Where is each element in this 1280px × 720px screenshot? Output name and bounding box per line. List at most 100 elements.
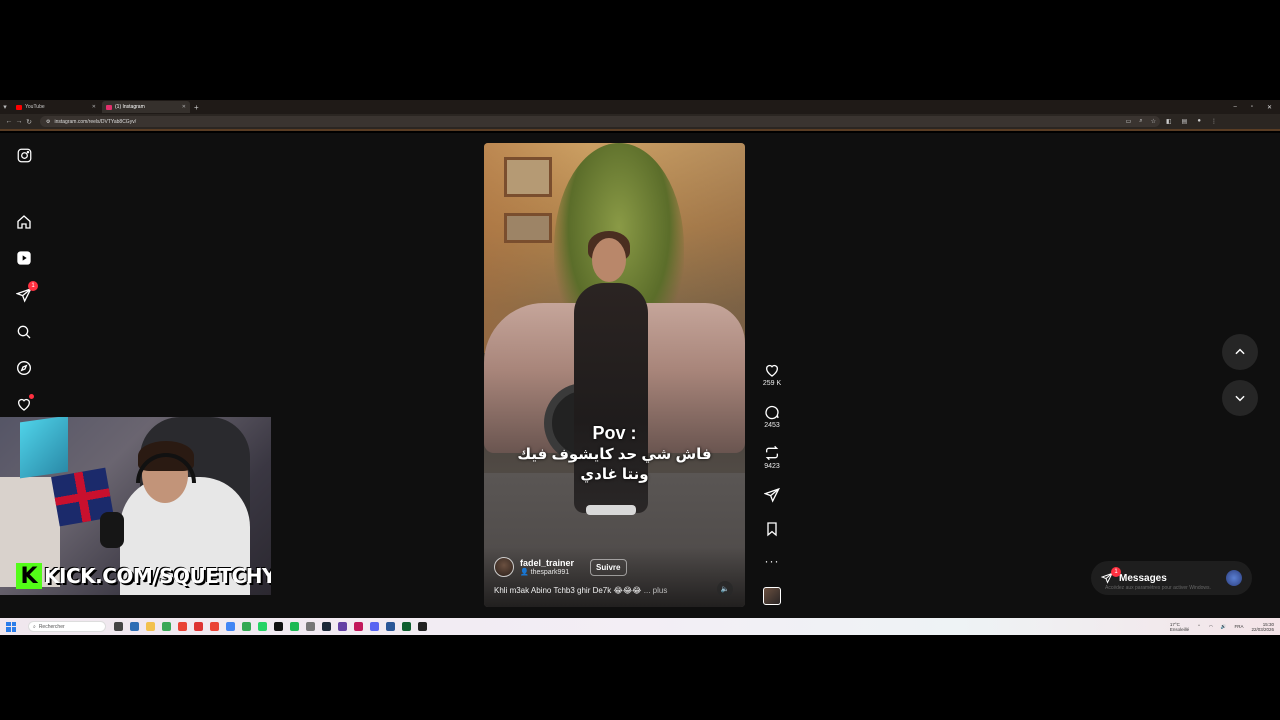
minimize-button[interactable]: – [1233,104,1236,111]
share-icon[interactable] [764,487,780,503]
wifi-icon[interactable]: ◠ [1209,624,1213,630]
tab-label: YouTube [25,104,45,110]
repost-icon[interactable] [764,445,780,461]
notifications-icon[interactable] [16,394,34,412]
reel-caption-arabic: فاش شي حد كايشوف فيك ونتا غادي [484,445,745,485]
profile-icon[interactable]: ● [1197,118,1201,125]
bookmark-star-icon[interactable]: ☆ [1151,118,1156,125]
reload-icon[interactable]: ↻ [24,118,34,126]
tab-instagram[interactable]: (1) Instagram ✕ [102,101,190,113]
reel-description: Khli m3ak Abino Tchb3 ghir De7k 😂😂😂 ... … [494,586,667,595]
cast-icon[interactable]: ▭ [1126,118,1132,125]
browser-tabbar: ▾ YouTube ✕ (1) Instagram ✕ + – ▫ ✕ [0,100,1280,114]
app-icon[interactable] [418,622,427,631]
app-icon[interactable] [194,622,203,631]
audio-thumbnail[interactable] [763,587,781,605]
extensions-icon[interactable]: ◧ [1166,118,1172,125]
follow-button[interactable]: Suivre [590,558,627,576]
taskbar-clock[interactable]: 15:30 22/03/2026 [1251,622,1274,632]
tab-close-icon[interactable]: ✕ [182,104,186,110]
maximize-button[interactable]: ▫ [1251,104,1253,111]
windows-start-icon[interactable] [6,621,16,632]
site-info-icon[interactable]: ⚙ [46,119,50,125]
video-person-shoes [586,505,636,515]
heart-icon[interactable] [764,362,780,378]
tab-close-icon[interactable]: ✕ [92,104,96,110]
app-icon[interactable] [162,622,171,631]
whatsapp-icon[interactable] [258,622,267,631]
new-tab-button[interactable]: + [190,103,203,112]
mute-button[interactable]: 🔈 [717,581,733,597]
opera-icon[interactable] [210,622,219,631]
bookmark-icon[interactable] [764,521,780,537]
weather-widget[interactable]: 17°C Ensoleillé [1170,622,1189,632]
video-window-shape [504,213,552,243]
author-info: fadel_trainer 👤 thespark991 [520,558,574,576]
app-icon[interactable] [338,622,347,631]
reel-description-text: Khli m3ak Abino Tchb3 ghir De7k 😂😂😂 [494,586,642,595]
forward-icon[interactable]: → [14,118,24,125]
reel-caption-pov: Pov : [592,423,637,443]
more-link[interactable]: ... plus [644,586,668,595]
app-icon[interactable] [274,622,283,631]
chevron-up-icon [1235,348,1245,355]
audio-user: thespark991 [530,569,570,576]
address-bar-row: ← → ↻ ⚙ instagram.com/reels/DVTYab8CGyv/… [0,114,1280,131]
app-icon[interactable] [402,622,411,631]
settings-icon[interactable] [306,622,315,631]
chevron-down-icon [1235,395,1245,402]
discord-icon[interactable] [370,622,379,631]
reel-caption-arabic-line: ونتا غادي [580,466,649,483]
author-avatar[interactable] [494,557,514,577]
direct-icon[interactable]: 1 [16,281,38,303]
close-window-button[interactable]: ✕ [1267,104,1272,111]
kick-url-text: KICK.COM/SQUETCHY [44,564,271,588]
steam-icon[interactable] [322,622,331,631]
webcam-monitor-shape [20,417,68,479]
app-icon[interactable] [354,622,363,631]
audio-credit[interactable]: 👤 thespark991 [520,568,574,576]
more-options-icon[interactable]: ··· [765,554,780,568]
browser-menu-icon[interactable]: ⋮ [1211,118,1217,125]
reel-actions: 259 K 2453 9423 ··· [756,133,788,618]
tray-chevron-icon[interactable]: ⌃ [1197,624,1201,630]
windows-activation-watermark: Accédez aux paramètres pour activer Wind… [1105,585,1211,591]
explore-icon[interactable] [16,360,32,376]
next-reel-button[interactable] [1222,380,1258,416]
like-count: 259 K [762,380,782,387]
instagram-icon[interactable] [16,147,32,163]
app-icon[interactable] [242,622,251,631]
previous-reel-button[interactable] [1222,334,1258,370]
extensions-bar: ◧ ▤ ● ⋮ [1160,118,1223,125]
author-name[interactable]: fadel_trainer [520,558,574,568]
reel-video[interactable]: Pov : فاش شي حد كايشوف فيك ونتا غادي fad… [484,143,745,607]
taskbar-search[interactable]: ⌕ Rechercher [28,621,106,632]
home-icon[interactable] [16,214,32,230]
webcam-microphone-shape [100,512,124,548]
task-view-icon[interactable] [114,622,123,631]
chrome-icon[interactable] [226,622,235,631]
sidebar-toggle-icon[interactable]: ▤ [1182,118,1188,125]
search-icon[interactable] [16,324,32,340]
kick-banner: K KICK.COM/SQUETCHY [16,563,271,589]
volume-icon[interactable]: 🔊 [1221,624,1227,630]
direct-badge: 1 [28,281,38,291]
tab-youtube[interactable]: YouTube ✕ [12,101,100,113]
share-action [756,487,788,503]
file-explorer-icon[interactable] [146,622,155,631]
app-icon[interactable] [130,622,139,631]
repost-action: 9423 [756,445,788,470]
tab-menu-icon[interactable]: ▾ [0,103,10,111]
zoom-icon[interactable]: ⌕ [1139,118,1142,125]
language-indicator[interactable]: FRA [1234,624,1243,629]
url-field[interactable]: ⚙ instagram.com/reels/DVTYab8CGyv/ ▭ ⌕ ☆ [40,116,1160,127]
save-action [756,521,788,537]
video-person-head [592,238,626,282]
comment-icon[interactable] [764,404,780,420]
reels-icon[interactable] [16,250,32,266]
back-icon[interactable]: ← [4,118,14,125]
person-icon: 👤 [520,569,529,576]
app-icon[interactable] [290,622,299,631]
app-icon[interactable] [178,622,187,631]
app-icon[interactable] [386,622,395,631]
